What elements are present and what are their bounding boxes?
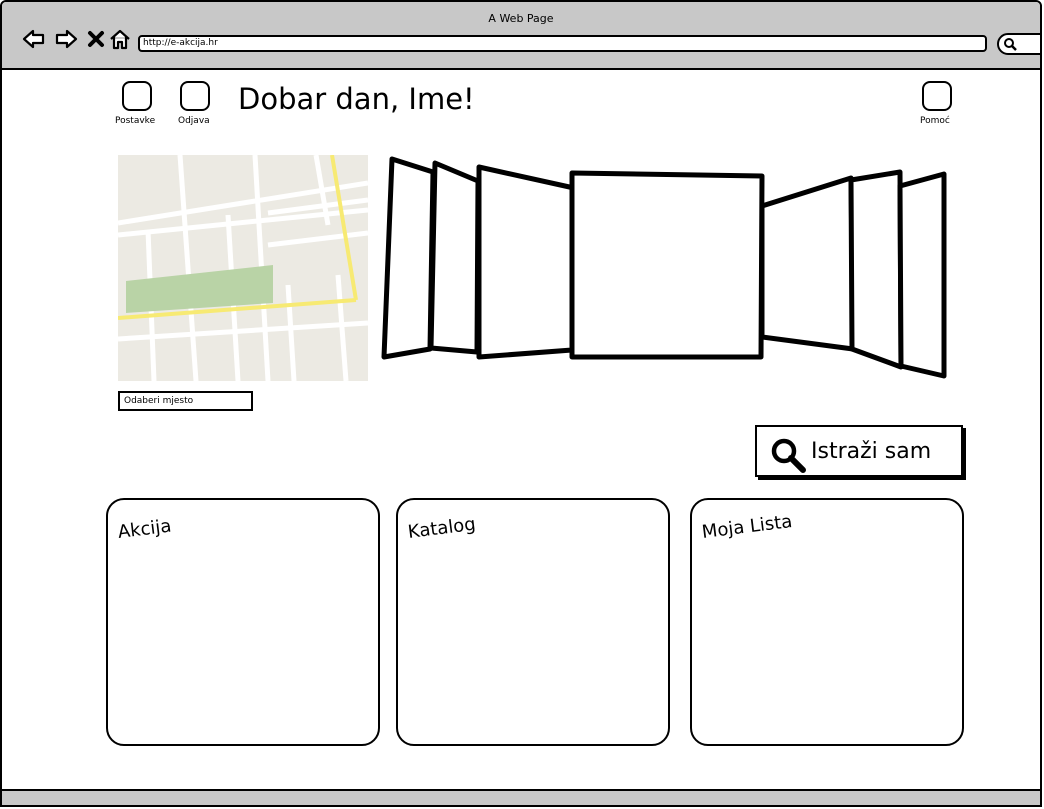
carousel-slide	[381, 156, 436, 360]
carousel-slide	[428, 160, 481, 355]
search-icon	[1004, 38, 1017, 51]
help-button[interactable]	[922, 81, 952, 111]
card-moja-lista[interactable]: Moja Lista	[690, 498, 964, 746]
browser-chrome: A Web Page http://e-akcija.hr	[2, 2, 1040, 70]
back-arrow-icon[interactable]	[22, 28, 46, 50]
url-bar[interactable]: http://e-akcija.hr	[138, 35, 987, 52]
close-icon[interactable]	[85, 28, 109, 50]
status-bar	[2, 789, 1040, 805]
location-picker[interactable]: Odaberi mjesto	[118, 391, 253, 411]
carousel-slide	[848, 169, 904, 370]
help-label: Pomoć	[920, 116, 950, 126]
card-katalog[interactable]: Katalog	[396, 498, 670, 746]
card-akcija[interactable]: Akcija	[106, 498, 380, 746]
carousel-slide	[759, 175, 856, 352]
home-icon[interactable]	[108, 28, 132, 50]
logout-label: Odjava	[178, 116, 210, 126]
logout-button[interactable]	[180, 81, 210, 111]
explore-label: Istraži sam	[811, 439, 932, 464]
card-title: Moja Lista	[700, 511, 794, 543]
carousel-slide	[476, 164, 577, 360]
settings-label: Postavke	[115, 116, 156, 126]
carousel-slide	[897, 171, 947, 379]
location-map[interactable]	[118, 155, 368, 381]
greeting-title: Dobar dan, Ime!	[238, 82, 475, 116]
carousel-slide-active	[569, 170, 765, 360]
offer-carousel[interactable]	[378, 152, 948, 388]
window-title: A Web Page	[488, 12, 554, 25]
browser-window: A Web Page http://e-akcija.hr Postavke O…	[0, 0, 1042, 807]
card-title: Katalog	[406, 513, 477, 543]
magnifier-icon	[771, 438, 806, 473]
explore-button[interactable]: Istraži sam	[755, 425, 963, 477]
settings-button[interactable]	[122, 81, 152, 111]
browser-search-field[interactable]	[997, 33, 1040, 55]
forward-arrow-icon[interactable]	[54, 28, 78, 50]
card-title: Akcija	[116, 515, 173, 543]
